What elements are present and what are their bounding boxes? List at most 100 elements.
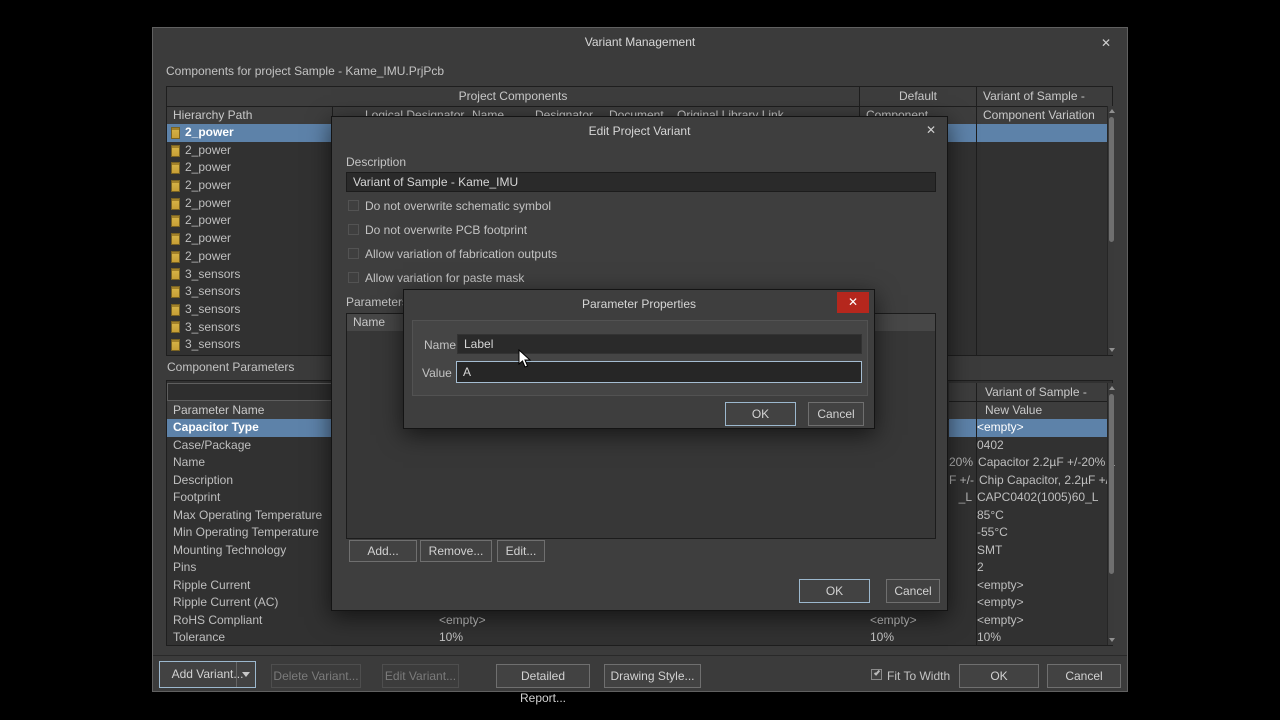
hidden-cell: 10%: [439, 630, 464, 644]
parameter-row[interactable]: Case/Package: [167, 437, 332, 455]
new-value-header[interactable]: New Value: [979, 401, 1107, 419]
allow-variation-paste-mask-checkbox[interactable]: [348, 272, 359, 283]
value-row[interactable]: <empty>: [949, 577, 1107, 595]
sheet-symbol-icon: [171, 144, 180, 157]
value-row[interactable]: <empty>: [949, 612, 1107, 630]
tree-item-label: 2_power: [185, 142, 232, 157]
do-not-overwrite-pcb-checkbox[interactable]: [348, 224, 359, 235]
scroll-up-icon[interactable]: [1109, 386, 1115, 390]
component-parameters-label: Component Parameters: [167, 360, 295, 374]
value-row[interactable]: F +/- Chip Capacitor, 2.2µF +/-: [949, 472, 1113, 490]
value-row[interactable]: 20% Capacitor 2.2µF +/-20% 1: [949, 454, 1115, 472]
value-row[interactable]: -55°C: [949, 524, 1107, 542]
cancel-button[interactable]: Cancel: [1047, 664, 1121, 688]
value-row[interactable]: <empty>: [949, 594, 1107, 612]
check-icon: [873, 669, 881, 676]
parameter-name: Capacitor Type: [173, 420, 259, 434]
variant-component-variation-header[interactable]: Component Variation: [977, 106, 1107, 124]
parameter-row[interactable]: Ripple Current (AC): [167, 594, 332, 612]
parameter-row[interactable]: Tolerance: [167, 629, 332, 647]
close-icon[interactable]: ✕: [837, 292, 869, 313]
sheet-symbol-icon: [171, 268, 180, 281]
cancel-button[interactable]: Cancel: [808, 402, 864, 426]
close-icon[interactable]: ✕: [922, 121, 940, 139]
parameter-name: RoHS Compliant: [173, 612, 263, 627]
parameter-row[interactable]: Pins: [167, 559, 332, 577]
value-input[interactable]: [456, 361, 862, 383]
detailed-report-button[interactable]: Detailed Report...: [496, 664, 590, 705]
value-row[interactable]: 85°C: [949, 507, 1107, 525]
new-value: <empty>: [977, 595, 1024, 609]
tree-item-label: 3_sensors: [185, 337, 241, 352]
sheet-symbol-icon: [171, 303, 180, 316]
parameter-row[interactable]: Min Operating Temperature: [167, 524, 332, 542]
parameter-row[interactable]: Max Operating Temperature: [167, 507, 332, 525]
project-components-scrollbar[interactable]: [1107, 106, 1115, 355]
new-value: CAPC0402(1005)60_L: [977, 490, 1099, 504]
parameter-row[interactable]: Mounting Technology: [167, 542, 332, 560]
delete-variant-button[interactable]: Delete Variant...: [271, 664, 361, 688]
value-label: Value: [422, 366, 452, 380]
scrollbar-thumb[interactable]: [1109, 117, 1114, 242]
sheet-symbol-icon: [171, 162, 180, 175]
value-row[interactable]: 10%: [949, 629, 1107, 647]
mouse-cursor: [518, 349, 532, 368]
parameter-name: Ripple Current: [173, 577, 251, 592]
chevron-down-icon[interactable]: [242, 672, 250, 677]
ok-button[interactable]: OK: [799, 579, 870, 603]
sheet-symbol-icon: [171, 250, 180, 263]
fit-to-width-checkbox[interactable]: [871, 669, 882, 680]
value-row[interactable]: <empty>: [949, 419, 1107, 437]
scrollbar-thumb[interactable]: [1109, 394, 1114, 574]
hidden-column-tail: 20%: [949, 455, 974, 469]
column-divider: [976, 383, 977, 645]
sheet-symbol-icon: [171, 197, 180, 210]
parameter-row[interactable]: Ripple Current: [167, 577, 332, 595]
parameter-row[interactable]: Footprint: [167, 489, 332, 507]
allow-variation-fabrication-checkbox[interactable]: [348, 248, 359, 259]
remove-parameter-button[interactable]: Remove...: [420, 540, 492, 562]
edit-parameter-button[interactable]: Edit...: [497, 540, 545, 562]
scroll-up-icon[interactable]: [1109, 109, 1115, 113]
parameter-name: Description: [173, 472, 234, 487]
add-variant-button[interactable]: Add Variant...: [159, 661, 256, 688]
value-field-wrap: [456, 361, 862, 383]
variant-of-sample-header[interactable]: Variant of Sample - Ka...: [979, 383, 1107, 417]
parameter-row[interactable]: RoHS Compliant: [167, 612, 332, 630]
value-row[interactable]: _L CAPC0402(1005)60_L: [949, 489, 1107, 507]
parameter-name-header[interactable]: Parameter Name: [167, 401, 332, 419]
ok-button[interactable]: OK: [959, 664, 1039, 688]
do-not-overwrite-schematic-checkbox[interactable]: [348, 200, 359, 211]
tree-item-label: 2_power: [185, 125, 234, 139]
cancel-button[interactable]: Cancel: [886, 579, 940, 603]
checkbox-label: Do not overwrite PCB footprint: [365, 223, 528, 237]
variant-column-header[interactable]: Variant of Sample - Ka...: [977, 87, 1107, 122]
edit-variant-button[interactable]: Edit Variant...: [382, 664, 459, 688]
default-column-header[interactable]: Default: [860, 87, 976, 106]
parameter-row[interactable]: Description: [167, 472, 332, 490]
value-row[interactable]: SMT: [949, 542, 1107, 560]
value-row[interactable]: 2: [949, 559, 1107, 577]
new-value: 2: [977, 560, 984, 574]
drawing-style-button[interactable]: Drawing Style...: [604, 664, 701, 688]
component-parameters-scrollbar[interactable]: [1107, 383, 1115, 645]
hierarchy-path-header[interactable]: Hierarchy Path: [167, 106, 332, 124]
add-parameter-button[interactable]: Add...: [349, 540, 417, 562]
parameter-filter-input[interactable]: [167, 383, 332, 401]
new-value: 85°C: [977, 507, 1004, 522]
scroll-down-icon[interactable]: [1109, 348, 1115, 352]
parameter-row[interactable]: Name: [167, 454, 332, 472]
checkbox-label: Do not overwrite schematic symbol: [365, 199, 552, 213]
close-icon[interactable]: ✕: [1097, 34, 1115, 52]
ok-button[interactable]: OK: [725, 402, 796, 426]
description-input[interactable]: [346, 172, 936, 192]
new-value: <empty>: [977, 612, 1024, 627]
parameter-row[interactable]: Capacitor Type: [167, 419, 332, 437]
description-field-wrap: [346, 172, 936, 192]
sheet-symbol-icon: [171, 215, 180, 228]
scroll-down-icon[interactable]: [1109, 638, 1115, 642]
parameter-name: Tolerance: [173, 630, 226, 644]
parameter-name-list: Capacitor Type Case/Package Name Descrip…: [167, 419, 332, 647]
value-row[interactable]: 0402: [949, 437, 1107, 455]
project-components-header[interactable]: Project Components: [167, 87, 859, 106]
